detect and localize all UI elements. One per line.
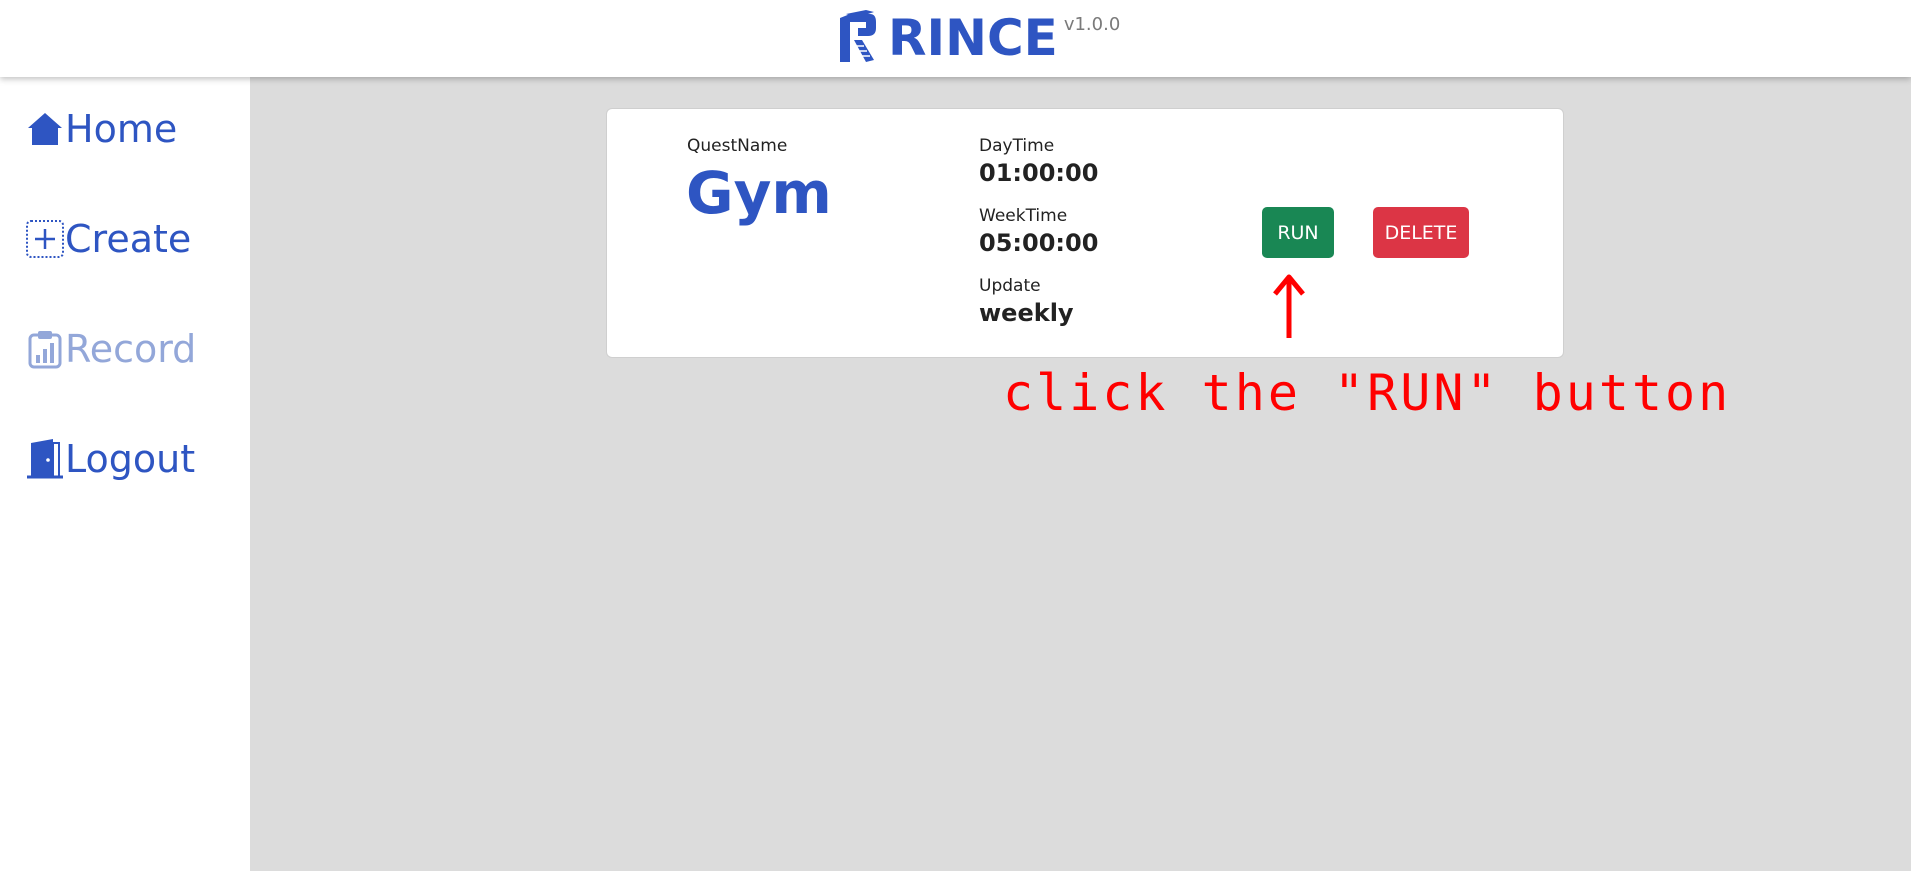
weektime-value: 05:00:00 [979,229,1099,257]
sidebar-item-home[interactable]: Home [25,105,177,153]
house-icon [28,113,62,145]
sidebar-item-label: Home [65,107,178,151]
quest-name-label: QuestName [687,136,788,156]
version-label: v1.0.0 [1063,14,1121,35]
daytime-value: 01:00:00 [979,159,1099,187]
delete-button[interactable]: DELETE [1373,207,1469,258]
sidebar: Home Create Record Logout [0,77,250,871]
top-bar: RINCE v1.0.0 [0,0,1911,77]
brand[interactable]: RINCE v1.0.0 [836,10,1120,66]
rince-logo-icon [840,10,876,62]
annotation-text: click the "RUN" button [1003,364,1732,422]
quest-name: Gym [686,159,832,227]
weektime-label: WeekTime [979,206,1068,226]
sidebar-item-logout[interactable]: Logout [25,435,195,483]
quest-card: QuestName Gym DayTime 01:00:00 WeekTime … [606,108,1564,358]
sidebar-item-label: Record [65,327,197,371]
plus-square-icon [26,220,64,258]
run-button[interactable]: RUN [1262,207,1334,258]
update-label: Update [979,276,1041,296]
sidebar-item-create[interactable]: Create [25,215,191,263]
sidebar-item-record[interactable]: Record [25,325,196,373]
sidebar-item-label: Create [65,217,192,261]
daytime-label: DayTime [979,136,1055,156]
sidebar-item-label: Logout [65,437,196,481]
update-value: weekly [979,299,1074,327]
up-arrow-icon [1273,274,1305,338]
brand-name: RINCE [888,9,1058,67]
door-icon [27,439,63,479]
clipboard-chart-icon [28,331,62,369]
